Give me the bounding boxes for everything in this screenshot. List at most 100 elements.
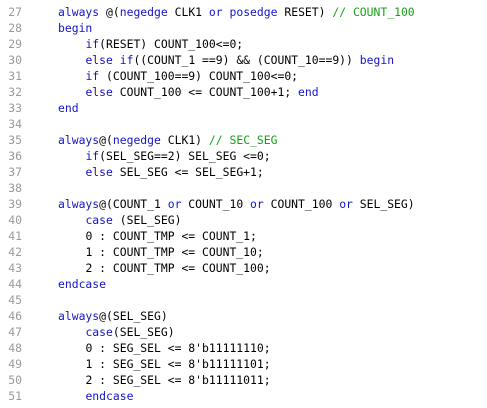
line-number: 30 (8, 53, 22, 67)
line-code: 2 : COUNT_TMP <= COUNT_100; (58, 260, 271, 276)
line-code: 0 : COUNT_TMP <= COUNT_1; (58, 228, 257, 244)
keyword-token: begin (58, 21, 93, 35)
code-editor[interactable]: 27 always @(negedge CLK1 or posedge RESET… (0, 0, 487, 408)
keyword-token: posedge (229, 5, 278, 19)
line-code: 2 : SEG_SEL <= 8'b11111011; (58, 372, 271, 388)
line-number: 46 (8, 309, 22, 323)
line-number: 51 (8, 389, 22, 403)
line-code: always@(SEL_SEG) (58, 308, 168, 324)
code-token: 1 : COUNT_TMP <= COUNT_10; (85, 245, 264, 259)
code-line[interactable]: 43 2 : COUNT_TMP <= COUNT_100; (0, 260, 487, 276)
line-code: begin (58, 20, 92, 36)
line-code: 1 : COUNT_TMP <= COUNT_10; (58, 244, 264, 260)
code-line[interactable]: 40 case (SEL_SEG) (0, 212, 487, 228)
code-token: CLK1 (167, 5, 209, 19)
keyword-token: case (85, 325, 113, 339)
code-token: COUNT_100 (263, 197, 340, 211)
keyword-token: if (119, 53, 134, 67)
code-line[interactable]: 35 always@(negedge CLK1) // SEC_SEG (0, 132, 487, 148)
line-number: 40 (8, 213, 22, 227)
line-number: 42 (8, 245, 22, 259)
keyword-token: end (58, 101, 79, 115)
code-line[interactable]: 42 1 : COUNT_TMP <= COUNT_10; (0, 244, 487, 260)
code-line[interactable]: 34 (0, 116, 487, 132)
code-line[interactable]: 50 2 : SEG_SEL <= 8'b11111011; (0, 372, 487, 388)
keyword-token: negedge (119, 5, 168, 19)
line-number: 36 (8, 149, 22, 163)
code-line[interactable]: 44 endcase (0, 276, 487, 292)
keyword-token: if (85, 149, 100, 163)
code-token: (SEL_SEG==2) SEL_SEG <=0; (99, 149, 271, 163)
code-token: COUNT_100 <= COUNT_100+1; (112, 85, 299, 99)
code-line[interactable]: 47 case(SEL_SEG) (0, 324, 487, 340)
code-line[interactable]: 41 0 : COUNT_TMP <= COUNT_1; (0, 228, 487, 244)
code-token: ((COUNT_1 ==9) && (COUNT_10==9)) (133, 53, 360, 67)
code-token: 2 : COUNT_TMP <= COUNT_100; (85, 261, 271, 275)
comment-token: // SEC_SEG (208, 133, 278, 147)
keyword-token: negedge (112, 133, 161, 147)
code-token: 2 : SEG_SEL <= 8'b11111011; (85, 373, 271, 387)
code-line[interactable]: 28 begin (0, 20, 487, 36)
line-number: 49 (8, 357, 22, 371)
keyword-token: else (85, 85, 113, 99)
line-code: else COUNT_100 <= COUNT_100+1; end (58, 84, 319, 100)
code-line[interactable]: 46 always@(SEL_SEG) (0, 308, 487, 324)
code-line[interactable]: 39 always@(COUNT_1 or COUNT_10 or COUNT_1… (0, 196, 487, 212)
keyword-token: always (58, 5, 107, 19)
line-code: always @(negedge CLK1 or posedge RESET) … (58, 4, 415, 20)
line-code: endcase (58, 276, 106, 292)
code-line[interactable]: 48 0 : SEG_SEL <= 8'b11111110; (0, 340, 487, 356)
keyword-token: or (208, 5, 223, 19)
line-code: 1 : SEG_SEL <= 8'b11111101; (58, 356, 271, 372)
line-code: endcase (58, 388, 133, 404)
code-line[interactable]: 36 if(SEL_SEG==2) SEL_SEG <=0; (0, 148, 487, 164)
keyword-token: or (250, 197, 264, 211)
code-token: (SEL_SEG) (112, 325, 175, 339)
code-token: CLK1) (160, 133, 209, 147)
keyword-token: always (58, 309, 100, 323)
line-code: if (COUNT_100==9) COUNT_100<=0; (58, 68, 298, 84)
keyword-token: always (58, 133, 100, 147)
code-line[interactable]: 38 (0, 180, 487, 196)
line-number: 39 (8, 197, 22, 211)
code-token: @( (99, 133, 113, 147)
code-line[interactable]: 37 else SEL_SEG <= SEL_SEG+1; (0, 164, 487, 180)
code-line[interactable]: 27 always @(negedge CLK1 or posedge RESET… (0, 4, 487, 20)
code-line[interactable]: 33 end (0, 100, 487, 116)
code-line[interactable]: 31 if (COUNT_100==9) COUNT_100<=0; (0, 68, 487, 84)
line-number: 34 (8, 117, 22, 131)
keyword-token: or (167, 197, 182, 211)
line-code: case (SEL_SEG) (58, 212, 181, 228)
keyword-token: if (85, 69, 100, 83)
code-token: 1 : SEG_SEL <= 8'b11111101; (85, 357, 271, 371)
code-line[interactable]: 49 1 : SEG_SEL <= 8'b11111101; (0, 356, 487, 372)
code-line[interactable]: 30 else if((COUNT_1 ==9) && (COUNT_10==9… (0, 52, 487, 68)
code-token: (RESET) COUNT_100<=0; (99, 37, 244, 51)
code-token: (SEL_SEG) (112, 213, 182, 227)
code-line[interactable]: 45 (0, 292, 487, 308)
code-token: COUNT_10 (181, 197, 251, 211)
code-line[interactable]: 29 if(RESET) COUNT_100<=0; (0, 36, 487, 52)
line-number: 50 (8, 373, 22, 387)
code-token: @(COUNT_1 (99, 197, 168, 211)
code-line[interactable]: 51 endcase (0, 388, 487, 404)
keyword-token: end (298, 85, 319, 99)
code-token: @( (106, 5, 120, 19)
code-line[interactable]: 32 else COUNT_100 <= COUNT_100+1; end (0, 84, 487, 100)
code-token: 0 : COUNT_TMP <= COUNT_1; (85, 229, 257, 243)
keyword-token: begin (359, 53, 395, 67)
code-token: RESET) (277, 5, 333, 19)
line-number: 29 (8, 37, 22, 51)
line-number: 41 (8, 229, 22, 243)
line-code: if(RESET) COUNT_100<=0; (58, 36, 243, 52)
